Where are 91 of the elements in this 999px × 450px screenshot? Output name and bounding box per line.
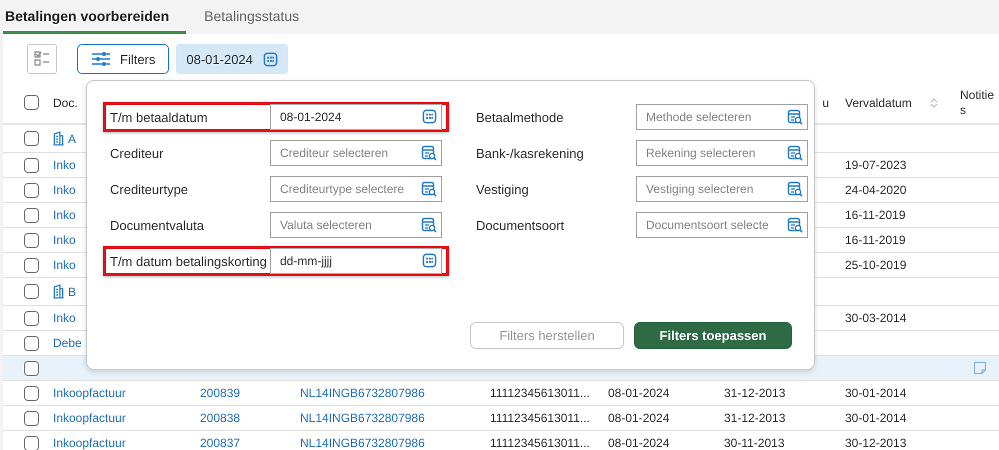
checkbox[interactable] <box>24 336 39 350</box>
table-cell: 30-12-2013 <box>845 436 906 450</box>
lookup-field[interactable]: Rekening selecteren <box>636 140 808 166</box>
field-label: T/m betaaldatum <box>110 110 209 124</box>
checkbox[interactable] <box>24 284 39 299</box>
document-number-link[interactable]: 200837 <box>200 436 240 450</box>
checkbox[interactable] <box>24 310 39 326</box>
document-number-link[interactable]: 200839 <box>200 386 240 400</box>
checkbox[interactable] <box>24 436 39 450</box>
chip-date: 08-01-2024 <box>186 52 253 66</box>
tab[interactable]: Betalingsstatus <box>202 0 316 34</box>
table-cell: 08-01-2024 <box>608 411 670 425</box>
table-cell: 19-07-2023 <box>845 158 906 172</box>
building-icon <box>53 284 64 299</box>
building-icon <box>53 131 64 146</box>
lookup-icon[interactable] <box>787 109 803 125</box>
table-cell: 08-01-2024 <box>608 436 670 450</box>
column-header[interactable]: Vervaldatum <box>845 96 912 110</box>
table-cell: 24-04-2020 <box>845 183 906 197</box>
checkbox[interactable] <box>24 95 39 110</box>
lookup-icon[interactable] <box>787 181 803 197</box>
lookup-icon[interactable] <box>787 217 803 233</box>
date-field[interactable]: 08-01-2024 <box>270 104 442 130</box>
field-label: Crediteur <box>110 146 164 160</box>
sliders-icon <box>91 52 111 66</box>
checkbox[interactable] <box>24 386 39 400</box>
checkbox[interactable] <box>24 232 39 248</box>
table-cell: 11112345613011... <box>490 411 590 425</box>
checkbox[interactable] <box>24 410 39 426</box>
date-field[interactable]: dd-mm-jjjj <box>270 248 442 274</box>
table-cell: 08-01-2024 <box>608 386 670 400</box>
lookup-field[interactable]: Vestiging selecteren <box>636 176 808 202</box>
lookup-icon[interactable] <box>421 217 437 233</box>
checkbox[interactable] <box>24 158 39 172</box>
table-cell: 30-01-2014 <box>845 386 906 400</box>
lookup-icon[interactable] <box>787 145 803 161</box>
iban-link[interactable]: NL14INGB6732807986 <box>300 436 425 450</box>
column-header[interactable]: Notities <box>960 88 996 117</box>
table-cell: 25-10-2019 <box>845 258 906 272</box>
date-filter-chip[interactable]: 08-01-2024 <box>176 44 288 74</box>
document-type-link[interactable]: Inkoopfactuur <box>53 386 126 400</box>
calendar-icon[interactable] <box>422 253 437 268</box>
filters-button[interactable]: Filters <box>77 44 170 74</box>
document-type-link[interactable]: Inko <box>53 158 76 172</box>
lookup-field[interactable]: Crediteur selecteren <box>270 140 442 166</box>
document-type-link[interactable]: Inko <box>53 183 76 197</box>
column-header[interactable]: u <box>822 96 829 110</box>
lookup-field[interactable]: Methode selecteren <box>636 104 808 130</box>
column-header[interactable]: Doc. <box>53 96 78 110</box>
checkbox[interactable] <box>24 208 39 222</box>
document-number-link[interactable]: 200838 <box>200 411 240 425</box>
field-label: Documentsoort <box>476 218 566 232</box>
field-label: Crediteurtype <box>110 182 190 196</box>
lookup-field[interactable]: Valuta selecteren <box>270 212 442 238</box>
document-type-link[interactable]: Inko <box>53 258 76 272</box>
document-type-link[interactable]: Inko <box>53 208 76 222</box>
group-label[interactable]: A <box>68 132 76 146</box>
document-type-link[interactable]: Debe <box>53 336 82 350</box>
document-type-link[interactable]: Inkoopfactuur <box>53 436 126 450</box>
select-list-button[interactable] <box>27 44 57 74</box>
table-cell: 30-01-2014 <box>845 411 906 425</box>
field-label: Betaalmethode <box>476 110 564 124</box>
document-type-link[interactable]: Inko <box>53 311 76 325</box>
table-cell: 31-12-2013 <box>724 386 786 400</box>
lookup-field[interactable]: Crediteurtype selectere <box>270 176 442 202</box>
table-cell: 30-11-2013 <box>724 436 784 450</box>
document-type-link[interactable]: Inkoopfactuur <box>53 411 126 425</box>
lookup-icon[interactable] <box>421 181 437 197</box>
field-label: Bank-/kasrekening <box>476 146 585 160</box>
lookup-icon[interactable] <box>421 145 437 161</box>
checkbox[interactable] <box>24 360 39 376</box>
document-type-link[interactable]: Inko <box>53 233 76 247</box>
lookup-field[interactable]: Documentsoort selecte <box>636 212 808 238</box>
field-label: T/m datum betalingskorting <box>110 254 268 268</box>
apply-filters-button[interactable]: Filters toepassen <box>634 322 792 349</box>
checkbox[interactable] <box>24 258 39 272</box>
checkbox[interactable] <box>24 182 39 198</box>
field-label: Documentvaluta <box>110 218 205 232</box>
field-label: Vestiging <box>476 182 530 196</box>
table-cell: 11112345613011... <box>490 386 590 400</box>
checkbox[interactable] <box>24 131 39 146</box>
table-cell: 16-11-2019 <box>845 233 906 247</box>
table-cell: 11112345613011... <box>490 436 590 450</box>
table-cell: 30-03-2014 <box>845 311 906 325</box>
group-label[interactable]: B <box>68 284 76 298</box>
calendar-icon[interactable] <box>262 52 278 66</box>
table-cell: 31-12-2013 <box>724 411 786 425</box>
iban-link[interactable]: NL14INGB6732807986 <box>300 411 425 425</box>
iban-link[interactable]: NL14INGB6732807986 <box>300 386 425 400</box>
table-cell: 16-11-2019 <box>845 208 906 222</box>
calendar-icon[interactable] <box>422 109 437 124</box>
